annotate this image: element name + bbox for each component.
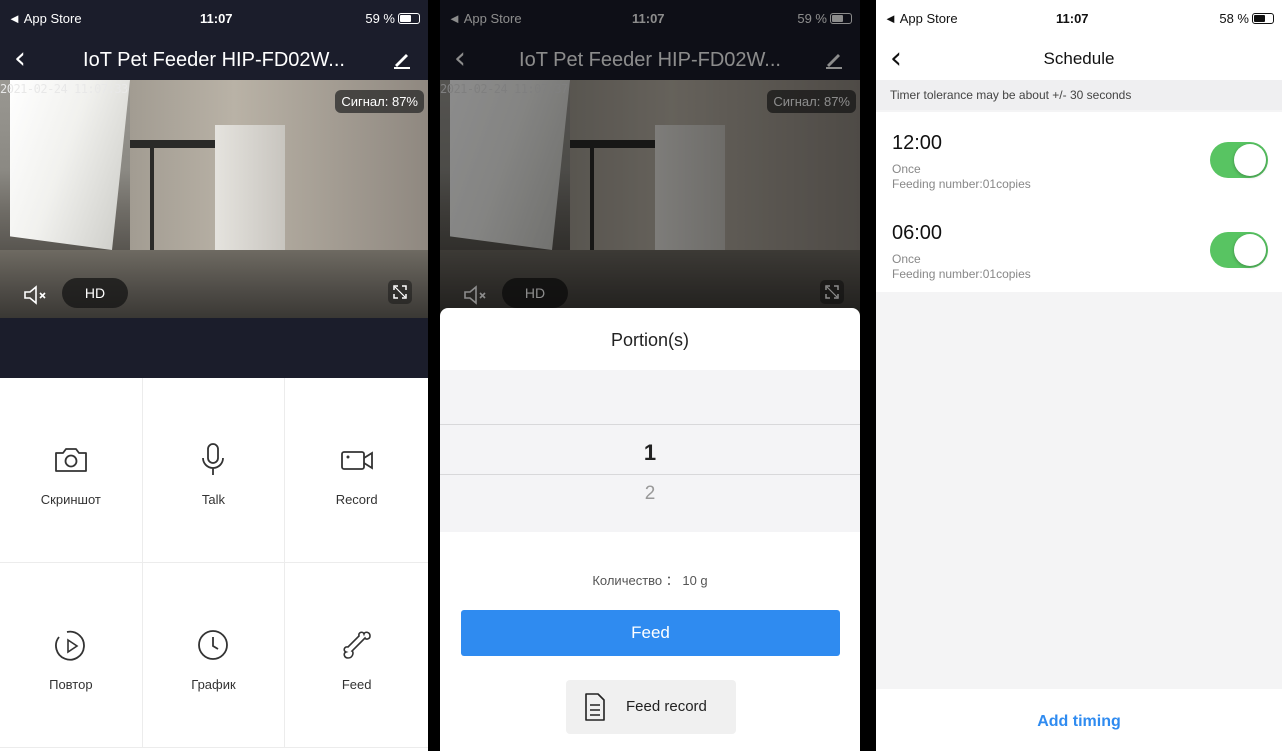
nav-bar: ‹ IoT Pet Feeder HIP-FD02W... <box>0 40 428 80</box>
action-grid: Скриншот Talk Record Повтор График Feed <box>0 378 428 751</box>
carrier-label[interactable]: ◄ App Store <box>8 11 82 26</box>
playback-icon <box>54 630 85 661</box>
portion-picker[interactable]: 1 2 <box>440 370 860 532</box>
talk-button[interactable]: Talk <box>142 378 286 563</box>
quantity-label: Количество ： 10 g <box>592 573 708 588</box>
back-icon[interactable]: ‹ <box>14 42 26 76</box>
battery-indicator: 59 % <box>365 11 420 26</box>
schedule-row[interactable]: 12:00 Once Feeding number:01copies <box>876 112 1282 202</box>
picker-next-value[interactable]: 2 <box>440 483 860 505</box>
battery-icon <box>398 13 420 24</box>
schedule-time: 12:00 <box>892 132 943 154</box>
battery-percent: 59 % <box>365 11 395 26</box>
add-timing-button[interactable]: Add timing <box>876 713 1282 731</box>
camera-icon <box>54 448 87 472</box>
room-cabinet <box>215 125 285 265</box>
schedule-label: График <box>191 677 236 692</box>
feed-label: Feed <box>341 677 372 692</box>
carrier-label[interactable]: ◄ App Store <box>884 11 958 26</box>
page-title: Schedule <box>1043 49 1115 68</box>
clock-icon <box>198 630 229 660</box>
device-screen: ◄ App Store 11:07 59 % ‹ IoT Pet Feeder … <box>0 0 428 751</box>
room-table-leg <box>150 148 154 258</box>
microphone-icon <box>202 443 225 475</box>
battery-indicator: 58 % <box>1219 11 1274 26</box>
nav-bar: ‹ Schedule <box>876 40 1282 80</box>
status-time: 11:07 <box>1056 11 1089 26</box>
room-table <box>130 140 220 148</box>
battery-icon <box>1252 13 1274 24</box>
schedule-row[interactable]: 06:00 Once Feeding number:01copies <box>876 202 1282 292</box>
mute-icon[interactable] <box>22 284 50 306</box>
playback-button[interactable]: Повтор <box>0 563 143 748</box>
status-time: 11:07 <box>200 11 233 26</box>
video-timestamp: 2021-02-24 11:07:33 <box>0 82 128 96</box>
document-icon <box>585 693 605 721</box>
schedule-repeat: Once <box>892 162 921 176</box>
signal-badge: Сигнал: 87% <box>335 90 424 113</box>
picker-divider <box>440 474 860 475</box>
schedule-screen: ◄ App Store 11:07 58 % ‹ Schedule Timer … <box>876 0 1282 751</box>
record-label: Record <box>335 492 378 507</box>
battery-percent: 58 % <box>1219 11 1249 26</box>
picker-selected-value[interactable]: 1 <box>440 440 860 466</box>
page-title: IoT Pet Feeder HIP-FD02W... <box>83 49 345 71</box>
schedule-feeding: Feeding number:01copies <box>892 267 1031 281</box>
feed-submit-button[interactable]: Feed <box>461 610 840 656</box>
record-button[interactable]: Record <box>285 378 428 563</box>
screenshot-label: Скриншот <box>40 492 101 507</box>
schedule-time: 06:00 <box>892 222 943 244</box>
feed-record-button[interactable]: Feed record <box>566 680 736 734</box>
feed-button[interactable]: Feed <box>285 563 428 748</box>
picker-divider <box>440 424 860 425</box>
bone-icon <box>343 631 371 659</box>
feed-record-label: Feed record <box>626 698 707 715</box>
tolerance-note: Timer tolerance may be about +/- 30 seco… <box>876 80 1282 110</box>
edit-icon[interactable] <box>392 49 412 69</box>
schedule-feeding: Feeding number:01copies <box>892 177 1031 191</box>
talk-label: Talk <box>201 492 226 507</box>
portion-sheet: Portion(s) 1 2 Количество ： 10 g Feed Fe… <box>440 308 860 751</box>
add-timing-bar: Add timing <box>876 689 1282 751</box>
status-bar: ◄ App Store 11:07 59 % <box>0 0 428 40</box>
schedule-repeat: Once <box>892 252 921 266</box>
schedule-toggle[interactable] <box>1210 142 1268 178</box>
playback-label: Повтор <box>49 677 93 692</box>
schedule-button[interactable]: График <box>142 563 286 748</box>
screenshot-button[interactable]: Скриншот <box>0 378 143 563</box>
sheet-title: Portion(s) <box>610 330 690 350</box>
fullscreen-icon[interactable] <box>388 280 412 304</box>
quality-button[interactable]: HD <box>62 278 128 308</box>
video-record-icon <box>340 451 373 470</box>
room-window <box>10 80 130 250</box>
status-bar: ◄ App Store 11:07 58 % <box>876 0 1282 40</box>
portion-screen: ◄ App Store 11:07 59 % ‹ IoT Pet Feeder … <box>440 0 860 751</box>
camera-feed[interactable]: 2021-02-24 11:07:33 Сигнал: 87% HD <box>0 80 428 318</box>
schedule-toggle[interactable] <box>1210 232 1268 268</box>
